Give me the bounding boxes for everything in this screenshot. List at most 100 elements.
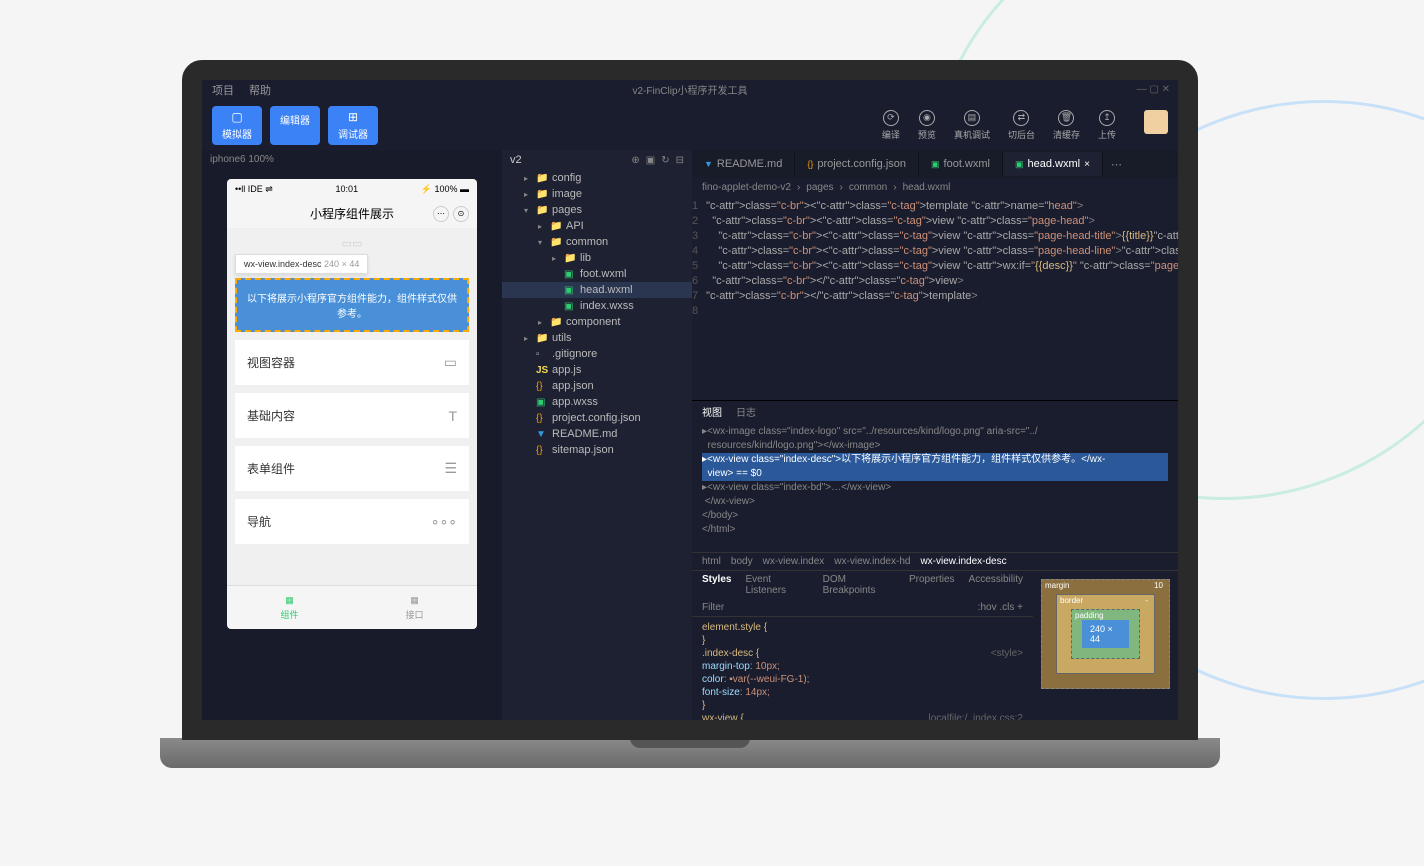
dom-crumb-item[interactable]: wx-view.index [763,556,825,567]
simulator-device-label: iphone6 100% [202,150,502,169]
tree-item-component[interactable]: ▸📁component [502,314,692,330]
code-line[interactable]: "c-attr">class="c-br"><"c-attr">class="c… [706,244,1178,259]
editor-tab-head.wxml[interactable]: ▣head.wxml× [1003,152,1103,176]
nav-more-icon[interactable]: ⋯ [433,206,449,222]
highlighted-element[interactable]: 以下将展示小程序官方组件能力，组件样式仅供参考。 [235,278,469,332]
tree-item-config[interactable]: ▸📁config [502,170,692,186]
dom-crumb-item[interactable]: wx-view.index-desc [920,556,1006,567]
dom-node[interactable]: ▸<wx-view class="index-bd">…</wx-view> [702,481,1168,495]
tree-item-app.js[interactable]: JSapp.js [502,362,692,378]
tree-item-app.wxss[interactable]: ▣app.wxss [502,394,692,410]
nav-close-icon[interactable]: ⊙ [453,206,469,222]
file-explorer: v2 ⊕ ▣ ↻ ⊟ ▸📁config▸📁image▾📁pages▸📁API▾📁… [502,150,692,720]
dom-node[interactable]: view> == $0 [702,467,1168,481]
dom-crumb-item[interactable]: wx-view.index-hd [834,556,910,567]
breadcrumb-item[interactable]: head.wxml [903,182,951,193]
tree-item-foot.wxml[interactable]: ▣foot.wxml [502,266,692,282]
styles-tab-Properties[interactable]: Properties [909,574,955,596]
styles-hov-toggle[interactable]: :hov .cls + [978,602,1023,613]
menubar: 项目 帮助 v2-FinClip小程序开发工具 — ▢ ✕ [202,80,1178,100]
action-切后台-button[interactable]: ⇄切后台 [1008,110,1035,141]
inspector-tab-view[interactable]: 视图 [702,404,722,419]
refresh-icon[interactable]: ↻ [661,155,669,166]
list-item[interactable]: 视图容器▭ [235,340,469,385]
inspector-panel: 视图 日志 ▸<wx-image class="index-logo" src=… [692,400,1178,720]
explorer-root[interactable]: v2 [510,154,522,166]
code-line[interactable]: "c-attr">class="c-br"></"c-attr">class="… [706,289,1178,304]
styles-tab-DOM Breakpoints[interactable]: DOM Breakpoints [823,574,895,596]
action-真机调试-button[interactable]: ▤真机调试 [954,110,990,141]
avatar[interactable] [1144,110,1168,134]
breadcrumb-item[interactable]: fino-applet-demo-v2 [702,182,791,193]
list-item[interactable]: 表单组件☰ [235,446,469,491]
status-time: 10:01 [336,184,359,194]
styles-filter-input[interactable]: Filter [702,602,724,613]
inspector-tab-log[interactable]: 日志 [736,404,756,419]
close-icon[interactable]: × [1084,159,1090,170]
dom-node[interactable]: ▸<wx-view class="index-desc">以下将展示小程序官方组… [702,453,1168,467]
tree-item-index.wxss[interactable]: ▣index.wxss [502,298,692,314]
tree-item-image[interactable]: ▸📁image [502,186,692,202]
toolbar-编辑器-button[interactable]: 编辑器 [270,106,320,145]
tree-item-API[interactable]: ▸📁API [502,218,692,234]
editor-tab-README.md[interactable]: ▼README.md [692,152,795,176]
nav-title: 小程序组件展示 [310,205,394,222]
dom-node[interactable]: </body> [702,509,1168,523]
dom-node[interactable]: resources/kind/logo.png"></wx-image> [702,439,1168,453]
inspect-tooltip: wx-view.index-desc 240 × 44 [235,254,368,274]
code-line[interactable]: "c-attr">class="c-br"></"c-attr">class="… [706,274,1178,289]
dom-node[interactable]: </html> [702,523,1168,537]
tree-item-utils[interactable]: ▸📁utils [502,330,692,346]
code-line[interactable]: "c-attr">class="c-br"><"c-attr">class="c… [706,214,1178,229]
tree-item-README.md[interactable]: ▼README.md [502,426,692,442]
toolbar-调试器-button[interactable]: ⊞调试器 [328,106,378,145]
tabbar-组件[interactable]: ▦组件 [227,586,352,629]
action-预览-button[interactable]: ◉预览 [918,110,936,141]
code-line[interactable]: "c-attr">class="c-br"><"c-attr">class="c… [706,229,1178,244]
status-battery: ⚡ 100% ▬ [421,184,469,195]
tree-item-app.json[interactable]: {}app.json [502,378,692,394]
list-item[interactable]: 基础内容T [235,393,469,438]
dom-crumb-item[interactable]: html [702,556,721,567]
simulator-panel: iphone6 100% ••ll IDE ⇌ 10:01 ⚡ 100% ▬ 小… [202,150,502,720]
code-line[interactable] [706,304,1178,319]
tree-item-head.wxml[interactable]: ▣head.wxml [502,282,692,298]
toolbar: ▢模拟器编辑器⊞调试器 ⟳编译 ◉预览 ▤真机调试 ⇄切后台 🗑清缓存 ↥上传 [202,100,1178,150]
tabbar-接口[interactable]: ▦接口 [352,586,477,629]
breadcrumb-item[interactable]: pages [806,182,833,193]
breadcrumb-item[interactable]: common [849,182,887,193]
window-controls[interactable]: — ▢ ✕ [1137,84,1170,95]
dom-crumb-item[interactable]: body [731,556,753,567]
tree-item-sitemap.json[interactable]: {}sitemap.json [502,442,692,458]
toolbar-模拟器-button[interactable]: ▢模拟器 [212,106,262,145]
action-上传-button[interactable]: ↥上传 [1098,110,1116,141]
editor-panel: ▼README.md{}project.config.json▣foot.wxm… [692,150,1178,720]
tree-item-.gitignore[interactable]: ▫.gitignore [502,346,692,362]
new-folder-icon[interactable]: ▣ [646,155,655,166]
editor-tab-project.config.json[interactable]: {}project.config.json [795,152,919,176]
code-line[interactable]: "c-attr">class="c-br"><"c-attr">class="c… [706,259,1178,274]
tree-item-project.config.json[interactable]: {}project.config.json [502,410,692,426]
menu-help[interactable]: 帮助 [249,82,271,98]
collapse-icon[interactable]: ⊟ [676,155,684,166]
code-line[interactable]: "c-attr">class="c-br"><"c-attr">class="c… [706,199,1178,214]
action-清缓存-button[interactable]: 🗑清缓存 [1053,110,1080,141]
window-title: v2-FinClip小程序开发工具 [632,82,747,97]
tree-item-pages[interactable]: ▾📁pages [502,202,692,218]
styles-tab-Event Listeners[interactable]: Event Listeners [745,574,808,596]
editor-tab-foot.wxml[interactable]: ▣foot.wxml [919,152,1003,176]
styles-tab-Accessibility[interactable]: Accessibility [969,574,1023,596]
tree-item-lib[interactable]: ▸📁lib [502,250,692,266]
tab-more-icon[interactable]: ⋯ [1103,158,1130,171]
phone-simulator: ••ll IDE ⇌ 10:01 ⚡ 100% ▬ 小程序组件展示 ⋯ ⊙ ▭▭… [227,179,477,629]
list-item[interactable]: 导航∘∘∘ [235,499,469,544]
dom-node[interactable]: </wx-view> [702,495,1168,509]
tree-item-common[interactable]: ▾📁common [502,234,692,250]
styles-tab-Styles[interactable]: Styles [702,574,731,596]
action-编译-button[interactable]: ⟳编译 [882,110,900,141]
new-file-icon[interactable]: ⊕ [631,155,639,166]
box-model: margin10 border- padding 240 × 44 [1033,571,1178,720]
status-signal: ••ll IDE ⇌ [235,184,273,195]
dom-node[interactable]: ▸<wx-image class="index-logo" src="../re… [702,425,1168,439]
menu-project[interactable]: 项目 [212,82,234,98]
